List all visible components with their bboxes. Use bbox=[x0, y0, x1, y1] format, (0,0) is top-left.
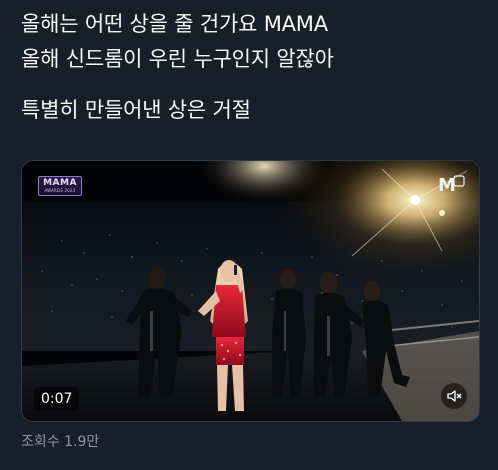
tweet-text-line: 특별히 만들어낸 상은 거절 bbox=[21, 98, 251, 122]
mama-logo-text: MAMA bbox=[43, 178, 77, 188]
video-frame bbox=[22, 161, 479, 421]
mama-logo-subtext: AWARDS 2023 bbox=[44, 188, 76, 193]
broadcaster-logo-text: M bbox=[438, 175, 456, 196]
tweet-text-line: 올해는 어떤 상을 줄 건가요 MAMA bbox=[21, 12, 328, 36]
mama-awards-logo: MAMA AWARDS 2023 bbox=[38, 176, 82, 196]
broadcaster-logo-icon: M bbox=[438, 175, 465, 196]
video-player[interactable]: MAMA AWARDS 2023 M 0:07 bbox=[21, 160, 480, 422]
speaker-muted-icon bbox=[447, 390, 462, 402]
mute-button[interactable] bbox=[441, 383, 467, 409]
tweet-body: 올해는 어떤 상을 줄 건가요 MAMA 올해 신드롬이 우린 누구인지 알잖아… bbox=[21, 10, 481, 124]
video-duration: 0:07 bbox=[34, 387, 80, 411]
tweet-text-line: 올해 신드롬이 우린 누구인지 알잖아 bbox=[21, 47, 334, 71]
view-count: 조회수 1.9만 bbox=[21, 434, 100, 450]
